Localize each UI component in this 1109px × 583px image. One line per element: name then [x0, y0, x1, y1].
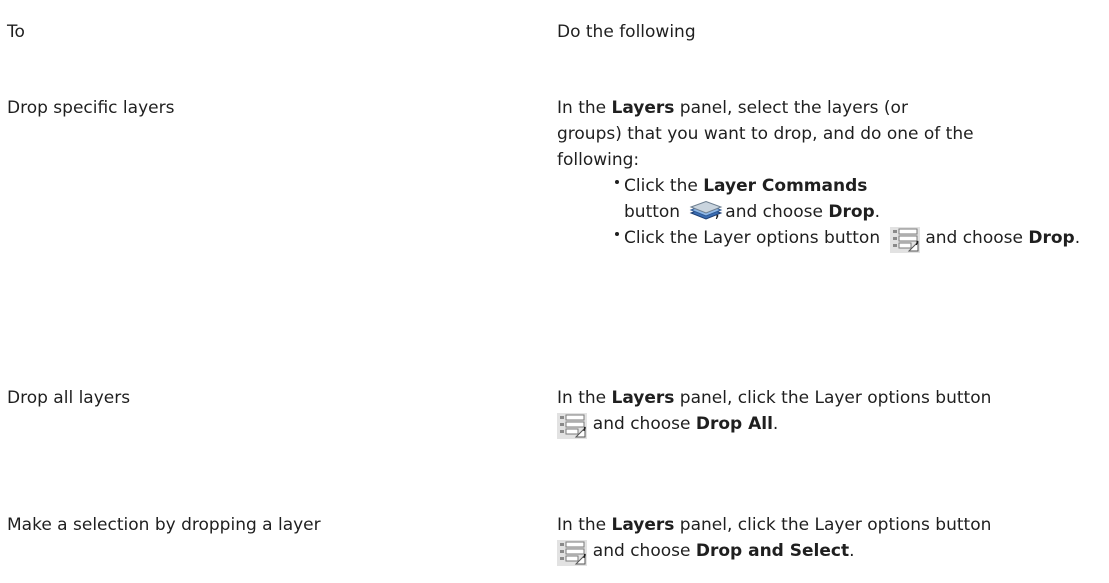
text: panel, click the Layer options button: [674, 388, 992, 408]
ui-term-layers: Layers: [611, 388, 675, 408]
header-to: To: [7, 22, 25, 42]
bullet-dot: [615, 180, 619, 184]
ui-term-drop: Drop: [828, 202, 875, 222]
text: .: [1074, 228, 1081, 248]
bullet-dot: [615, 232, 619, 236]
text: Click the Layer options button: [624, 228, 886, 248]
text: , and choose: [582, 414, 696, 434]
text: .: [772, 414, 779, 434]
row-drop-all-layers-instructions: In the Layers panel, click the Layer opt…: [557, 385, 1102, 439]
ui-term-layer-commands: Layer Commands: [703, 176, 868, 196]
instruction-line: In the Layers panel, click the Layer opt…: [557, 512, 1102, 538]
layer-options-icon: [889, 227, 920, 253]
text: .: [849, 541, 855, 561]
row-drop-all-layers-label: Drop all layers: [7, 388, 131, 408]
row-make-selection-instructions: In the Layers panel, click the Layer opt…: [557, 512, 1102, 566]
text: panel, click the Layer options button: [674, 515, 992, 535]
bullet-item: Click the Layer options button , and cho…: [557, 225, 1102, 253]
text: , and choose: [914, 228, 1029, 248]
layer-commands-icon: [689, 201, 723, 221]
ui-term-drop-all: Drop All: [695, 414, 773, 434]
ui-term-drop-and-select: Drop and Select: [695, 541, 850, 561]
ui-term-layers: Layers: [611, 515, 675, 535]
row-make-selection-label: Make a selection by dropping a layer: [7, 515, 321, 535]
bullet-item: Click the Layer Commands button , and ch…: [557, 173, 902, 225]
instruction-line: In the Layers panel, click the Layer opt…: [557, 385, 1102, 411]
instruction-intro: In the Layers panel, select the layers (…: [557, 95, 977, 173]
row-drop-specific-layers-instructions: In the Layers panel, select the layers (…: [557, 95, 1102, 253]
text: In the: [557, 98, 612, 118]
header-do-the-following: Do the following: [557, 22, 696, 42]
text: Click the: [624, 176, 704, 196]
ui-term-drop: Drop: [1028, 228, 1075, 248]
layer-options-icon: [557, 540, 587, 566]
instruction-line: , and choose Drop All.: [557, 411, 1102, 439]
ui-term-layers: Layers: [611, 98, 675, 118]
text: .: [874, 202, 881, 222]
text: , and choose: [714, 202, 829, 222]
text: button: [624, 202, 686, 222]
text: In the: [557, 515, 612, 535]
instruction-line: , and choose Drop and Select.: [557, 538, 1102, 566]
row-drop-specific-layers-label: Drop specific layers: [7, 98, 175, 118]
text: In the: [557, 388, 612, 408]
text: , and choose: [582, 541, 696, 561]
layer-options-icon: [557, 413, 587, 439]
